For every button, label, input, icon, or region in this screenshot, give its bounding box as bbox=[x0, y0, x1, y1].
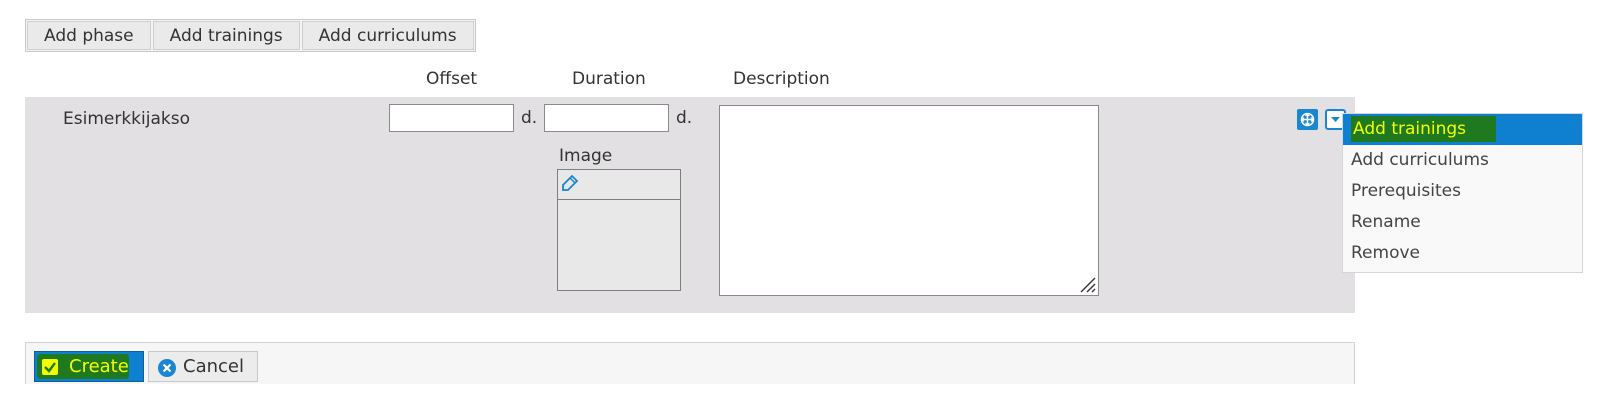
description-column-header: Description bbox=[733, 69, 830, 89]
duration-column-header: Duration bbox=[572, 69, 646, 89]
phase-row: Esimerkkijakso d. d. Image bbox=[25, 97, 1355, 313]
close-icon bbox=[158, 359, 176, 377]
duration-unit: d. bbox=[676, 108, 693, 128]
create-label: Create bbox=[69, 356, 129, 377]
menu-item-remove[interactable]: Remove bbox=[1343, 238, 1582, 269]
menu-item-rename[interactable]: Rename bbox=[1343, 207, 1582, 238]
create-button[interactable]: Create bbox=[34, 351, 144, 382]
menu-item-prerequisites[interactable]: Prerequisites bbox=[1343, 176, 1582, 207]
check-icon bbox=[42, 359, 58, 375]
menu-item-add-curriculums[interactable]: Add curriculums bbox=[1343, 145, 1582, 176]
description-textarea[interactable] bbox=[719, 105, 1099, 296]
menu-item-add-trainings[interactable]: Add trainings bbox=[1343, 114, 1582, 145]
resize-handle-icon[interactable] bbox=[1078, 275, 1096, 293]
top-toolbar: Add phase Add trainings Add curriculums bbox=[25, 19, 476, 52]
image-box[interactable] bbox=[557, 169, 681, 291]
image-toolbar bbox=[558, 170, 680, 200]
menu-item-label: Add trainings bbox=[1351, 116, 1497, 142]
duration-input[interactable] bbox=[544, 104, 669, 132]
edit-pencil-icon[interactable] bbox=[560, 173, 580, 193]
offset-input[interactable] bbox=[389, 104, 514, 132]
offset-unit: d. bbox=[521, 108, 538, 128]
add-curriculums-button[interactable]: Add curriculums bbox=[301, 21, 474, 50]
phase-context-menu: Add trainings Add curriculums Prerequisi… bbox=[1342, 113, 1583, 273]
image-label: Image bbox=[559, 146, 613, 166]
cancel-button[interactable]: Cancel bbox=[148, 351, 258, 382]
move-icon[interactable] bbox=[1297, 109, 1318, 130]
phase-name: Esimerkkijakso bbox=[63, 109, 190, 129]
cancel-label: Cancel bbox=[183, 356, 244, 377]
add-trainings-button[interactable]: Add trainings bbox=[152, 21, 300, 50]
offset-column-header: Offset bbox=[426, 69, 478, 89]
add-phase-button[interactable]: Add phase bbox=[27, 21, 151, 50]
bottom-toolbar: Create Cancel bbox=[25, 342, 1355, 384]
